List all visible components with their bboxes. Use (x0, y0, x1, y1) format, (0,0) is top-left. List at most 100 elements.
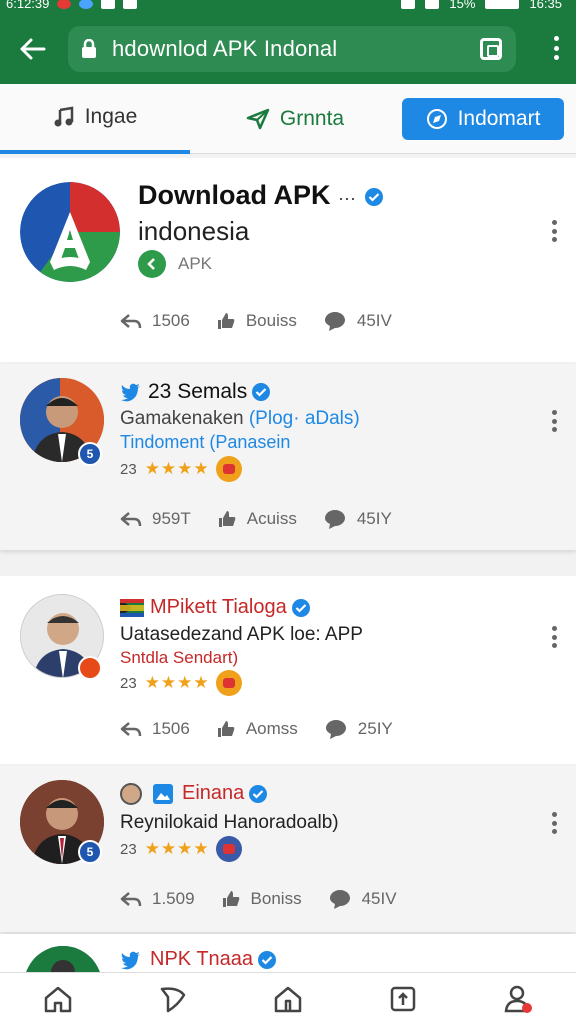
post-text: Uatasedezand APK loe: APP (120, 624, 363, 645)
post-author: NPK Tnaaa (150, 948, 254, 970)
post-card[interactable]: NPK Tnaaa (0, 934, 576, 974)
explore-icon (160, 986, 186, 1012)
image-icon (123, 0, 138, 9)
share-button[interactable]: 1.509 (120, 889, 195, 909)
action-row: 1506 Aomss 25IY (120, 718, 419, 740)
post-card[interactable]: 5 23 Semals Gamakenaken (Plog· aDals) Ti… (0, 364, 576, 550)
share-button[interactable]: 1506 (120, 311, 190, 331)
star-rating: ★★★★ (144, 839, 210, 858)
more-options-icon[interactable] (552, 410, 558, 432)
post-subtext: Tindoment (Panasein (120, 432, 291, 452)
reaction-emoji-icon (215, 670, 242, 696)
verified-badge-icon (249, 784, 268, 803)
status-time-right: 16:35 (529, 0, 562, 11)
tab-ingae[interactable]: Ingae (0, 84, 190, 154)
share-button[interactable]: 959T (120, 509, 191, 529)
comment-icon (324, 510, 345, 529)
address-bar[interactable]: hdownlod APK Indonal (68, 26, 516, 72)
app-header-card: Download APK ··· indonesia APK 1506 Boui… (0, 158, 576, 362)
tab-grnnta[interactable]: Grnnta (190, 84, 400, 154)
comment-button[interactable]: 45IV (323, 310, 392, 332)
wifi-icon (401, 0, 416, 9)
battery-percent: 15% (449, 0, 476, 11)
bottom-navigation (0, 972, 576, 1024)
star-rating: ★★★★ (144, 459, 210, 478)
like-button[interactable]: Acuiss (217, 509, 297, 529)
comment-count: 45IV (361, 889, 397, 908)
app-logo (20, 182, 120, 282)
store-icon (274, 986, 302, 1012)
comment-icon (329, 890, 350, 909)
title-ellipsis: ··· (338, 188, 356, 208)
action-row: 1.509 Boniss 45IV (120, 888, 423, 910)
browser-toolbar: hdownlod APK Indonal (0, 14, 576, 84)
comment-icon (325, 720, 346, 739)
home-icon (44, 986, 71, 1012)
gmail-icon (101, 0, 116, 9)
back-arrow-icon (20, 38, 46, 60)
verified-badge-icon (252, 383, 271, 401)
nav-store-button[interactable] (258, 977, 318, 1021)
thumbs-up-icon (218, 511, 236, 527)
profile-icon (504, 985, 533, 1013)
like-button[interactable]: Bouiss (216, 311, 297, 331)
status-time-left: 6:12:39 (6, 0, 50, 11)
post-text: Reynilokaid Hanoradoalb) (120, 812, 339, 833)
nav-home-button[interactable] (28, 977, 88, 1021)
verified-badge-icon (291, 598, 310, 617)
comment-count: 45IV (356, 311, 392, 330)
category-tabs: Ingae Grnnta Indomart (0, 84, 576, 154)
rating-value: 23 (120, 840, 137, 858)
share-icon (120, 314, 142, 329)
comment-button[interactable]: 25IY (324, 718, 393, 740)
thumbs-up-icon (217, 313, 235, 329)
share-count: 1506 (152, 719, 190, 738)
avatar-badge: 5 (78, 840, 102, 864)
rating-value: 23 (120, 460, 137, 478)
nav-explore-button[interactable] (143, 977, 203, 1021)
nav-profile-button[interactable] (488, 977, 548, 1021)
back-button[interactable] (14, 31, 50, 67)
url-text: hdownlod APK Indonal (112, 36, 338, 61)
compass-icon (426, 108, 448, 130)
share-count: 1506 (152, 311, 190, 330)
avatar-badge: 5 (78, 442, 102, 466)
browser-menu-icon[interactable] (554, 36, 560, 60)
tab-label: Ingae (84, 105, 138, 128)
share-icon (120, 722, 142, 737)
battery-icon (485, 0, 520, 9)
signal-icon (425, 0, 440, 9)
like-button[interactable]: Boniss (221, 889, 302, 909)
post-card[interactable]: MPikett Tialoga Uatasedezand APK loe: AP… (0, 576, 576, 764)
rating-row: 23 ★★★★ (120, 456, 242, 482)
image-icon (153, 783, 173, 804)
rating-value: 23 (120, 674, 137, 692)
music-note-icon (53, 106, 75, 128)
apk-tag-label: APK (178, 254, 213, 273)
avatar (24, 946, 102, 974)
post-card[interactable]: 5 Einana Reynilokaid Hanoradoalb) 23 ★★★… (0, 766, 576, 932)
more-options-icon[interactable] (552, 812, 558, 834)
share-button[interactable]: 1506 (120, 719, 190, 739)
more-options-icon[interactable] (552, 626, 558, 648)
share-icon (120, 892, 142, 907)
like-label: Bouiss (245, 311, 297, 330)
avatar-badge (78, 656, 102, 680)
like-label: Acuiss (246, 509, 297, 528)
share-count: 1.509 (152, 889, 195, 908)
comment-button[interactable]: 45IV (328, 888, 397, 910)
flag-icon (120, 598, 144, 617)
tab-indomart[interactable]: Indomart (402, 98, 564, 140)
comment-button[interactable]: 45IY (323, 508, 392, 530)
app-notification-icon (79, 0, 94, 9)
tabs-switcher-icon[interactable] (480, 38, 502, 60)
more-options-icon[interactable] (552, 220, 558, 242)
twitter-bird-icon (121, 951, 140, 969)
reaction-emoji-icon (215, 836, 242, 862)
twitter-bird-icon (121, 383, 140, 402)
share-icon (120, 512, 142, 527)
like-button[interactable]: Aomss (216, 719, 298, 739)
nav-upload-button[interactable] (373, 977, 433, 1021)
apk-tag-icon (138, 250, 166, 278)
thumbs-up-icon (222, 891, 239, 907)
